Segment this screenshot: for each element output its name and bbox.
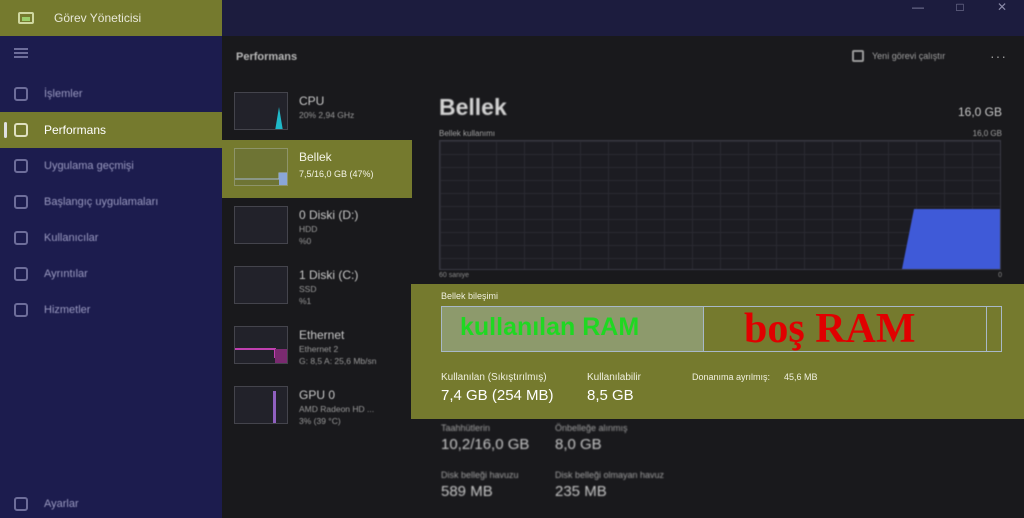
sidebar-item-label: Hizmetler	[44, 304, 91, 316]
task-manager-icon	[18, 12, 34, 24]
startup-apps-icon	[14, 195, 28, 209]
memory-usage-label: Bellek kullanımı	[439, 129, 496, 138]
main-panel: Performans Yeni görevi çalıştır ··· CPU …	[222, 36, 1024, 518]
resource-name: Bellek	[299, 150, 332, 164]
committed-label: Taahhütlerin	[441, 423, 491, 433]
available-stat: Kullanılabilir 8,5 GB	[587, 372, 641, 404]
resource-detail: AMD Radeon HD ... 3% (39 °C)	[299, 404, 375, 426]
disk-thumbnail-graph	[234, 206, 288, 244]
paged-pool-stat: Disk belleği havuzu 589 MB	[441, 470, 519, 500]
app-history-icon	[14, 159, 28, 173]
processes-icon	[14, 87, 28, 101]
memory-composition-bar: kullanılan RAM boş RAM	[441, 306, 1002, 352]
minimize-button[interactable]: —	[898, 0, 938, 16]
memory-usage-max: 16,0 GB	[972, 129, 1002, 138]
sidebar-item-users[interactable]: Kullanıcılar	[0, 220, 222, 256]
sidebar-item-details[interactable]: Ayrıntılar	[0, 256, 222, 292]
memory-total: 16,0 GB	[957, 105, 1002, 119]
gear-icon	[14, 497, 28, 511]
services-icon	[14, 303, 28, 317]
hardware-reserved-label: Donanıma ayrılmış:	[692, 372, 771, 382]
in-use-label: Kullanılan (Sıkıştırılmış)	[441, 372, 547, 383]
maximize-button[interactable]: □	[940, 0, 980, 16]
resource-item-gpu[interactable]: GPU 0 AMD Radeon HD ... 3% (39 °C)	[222, 378, 412, 436]
sidebar-item-label: Başlangıç uygulamaları	[44, 196, 159, 208]
performance-icon	[14, 123, 28, 137]
resource-item-cpu[interactable]: CPU 20% 2,94 GHz	[222, 84, 412, 142]
resource-detail: 7,5/16,0 GB (47%)	[299, 169, 374, 179]
non-paged-pool-stat: Disk belleği olmayan havuz 235 MB	[555, 470, 664, 500]
sidebar-item-label: İşlemler	[44, 88, 83, 100]
committed-stat: Taahhütlerin 10,2/16,0 GB	[441, 423, 529, 453]
memory-composition-label: Bellek bileşimi	[441, 291, 499, 301]
title-area: Görev Yöneticisi	[0, 0, 222, 36]
resource-detail: 20% 2,94 GHz	[299, 110, 355, 120]
resource-name: CPU	[299, 94, 325, 108]
close-button[interactable]: ✕	[982, 0, 1022, 16]
memory-title: Bellek	[439, 94, 507, 120]
resource-detail: HDD %0	[299, 224, 318, 246]
ethernet-thumbnail-graph	[234, 326, 288, 364]
users-icon	[14, 231, 28, 245]
resource-name: 0 Diski (D:)	[299, 208, 359, 222]
memory-composition-panel: Bellek bileşimi kullanılan RAM boş RAM K…	[411, 284, 1024, 419]
hardware-reserved-stat: Donanıma ayrılmış: 45,6 MB	[692, 372, 818, 382]
in-use-value: 7,4 GB (254 MB)	[441, 387, 554, 404]
sidebar: İşlemler Performans Uygulama geçmişi Baş…	[0, 36, 222, 518]
sidebar-item-services[interactable]: Hizmetler	[0, 292, 222, 328]
memory-detail: Bellek 16,0 GB Bellek kullanımı 16,0 GB …	[411, 36, 1024, 518]
non-paged-pool-value: 235 MB	[555, 483, 607, 500]
available-label: Kullanılabilir	[587, 372, 641, 383]
gpu-thumbnail-graph	[234, 386, 288, 424]
non-paged-pool-label: Disk belleği olmayan havuz	[555, 470, 665, 480]
available-value: 8,5 GB	[587, 387, 634, 404]
resource-detail: Ethernet 2 G: 8,5 A: 25,6 Mb/sn	[299, 344, 377, 366]
resource-name: 1 Diski (C:)	[299, 268, 359, 282]
sidebar-item-performance[interactable]: Performans	[0, 112, 222, 148]
details-icon	[14, 267, 28, 281]
sidebar-item-app-history[interactable]: Uygulama geçmişi	[0, 148, 222, 184]
memory-thumbnail-graph	[234, 148, 288, 186]
graph-time-label: 60 saniye	[439, 272, 469, 279]
disk-thumbnail-graph	[234, 266, 288, 304]
cached-value: 8,0 GB	[555, 436, 602, 453]
graph-zero-label: 0	[998, 272, 1002, 279]
sidebar-item-label: Uygulama geçmişi	[44, 160, 134, 172]
sidebar-item-label: Kullanıcılar	[44, 232, 99, 244]
resource-name: Ethernet	[299, 328, 345, 342]
sidebar-item-settings[interactable]: Ayarlar	[0, 486, 222, 518]
used-memory-segment: kullanılan RAM	[442, 307, 704, 351]
sidebar-item-processes[interactable]: İşlemler	[0, 76, 222, 112]
sidebar-item-startup-apps[interactable]: Başlangıç uygulamaları	[0, 184, 222, 220]
hamburger-menu-icon[interactable]	[14, 48, 28, 58]
resource-item-memory[interactable]: Bellek 7,5/16,0 GB (47%)	[222, 140, 412, 198]
cached-stat: Önbelleğe alınmış 8,0 GB	[555, 423, 628, 453]
used-ram-annotation: kullanılan RAM	[460, 313, 640, 341]
hardware-reserved-value: 45,6 MB	[784, 372, 818, 382]
resource-item-disk-c[interactable]: 1 Diski (C:) SSD %1	[222, 258, 412, 316]
page-title: Performans	[236, 51, 298, 63]
resource-detail: SSD %1	[299, 284, 317, 306]
resource-item-disk-d[interactable]: 0 Diski (D:) HDD %0	[222, 198, 412, 256]
app-title: Görev Yöneticisi	[54, 11, 142, 25]
paged-pool-label: Disk belleği havuzu	[441, 470, 519, 480]
sidebar-item-label: Ayrıntılar	[44, 268, 88, 280]
resource-item-ethernet[interactable]: Ethernet Ethernet 2 G: 8,5 A: 25,6 Mb/sn	[222, 318, 412, 376]
paged-pool-value: 589 MB	[441, 483, 493, 500]
title-bar: Görev Yöneticisi — □ ✕	[0, 0, 1024, 36]
cpu-thumbnail-graph	[234, 92, 288, 130]
memory-usage-fill	[902, 209, 1000, 269]
memory-usage-graph	[439, 140, 1001, 270]
cached-label: Önbelleğe alınmış	[555, 423, 628, 433]
resource-name: GPU 0	[299, 388, 336, 402]
sidebar-item-label: Ayarlar	[44, 498, 79, 510]
in-use-stat: Kullanılan (Sıkıştırılmış) 7,4 GB (254 M…	[441, 372, 554, 404]
free-ram-annotation: boş RAM	[744, 306, 916, 352]
committed-value: 10,2/16,0 GB	[441, 436, 530, 453]
sidebar-item-label: Performans	[44, 123, 107, 137]
modified-memory-divider	[986, 307, 987, 351]
